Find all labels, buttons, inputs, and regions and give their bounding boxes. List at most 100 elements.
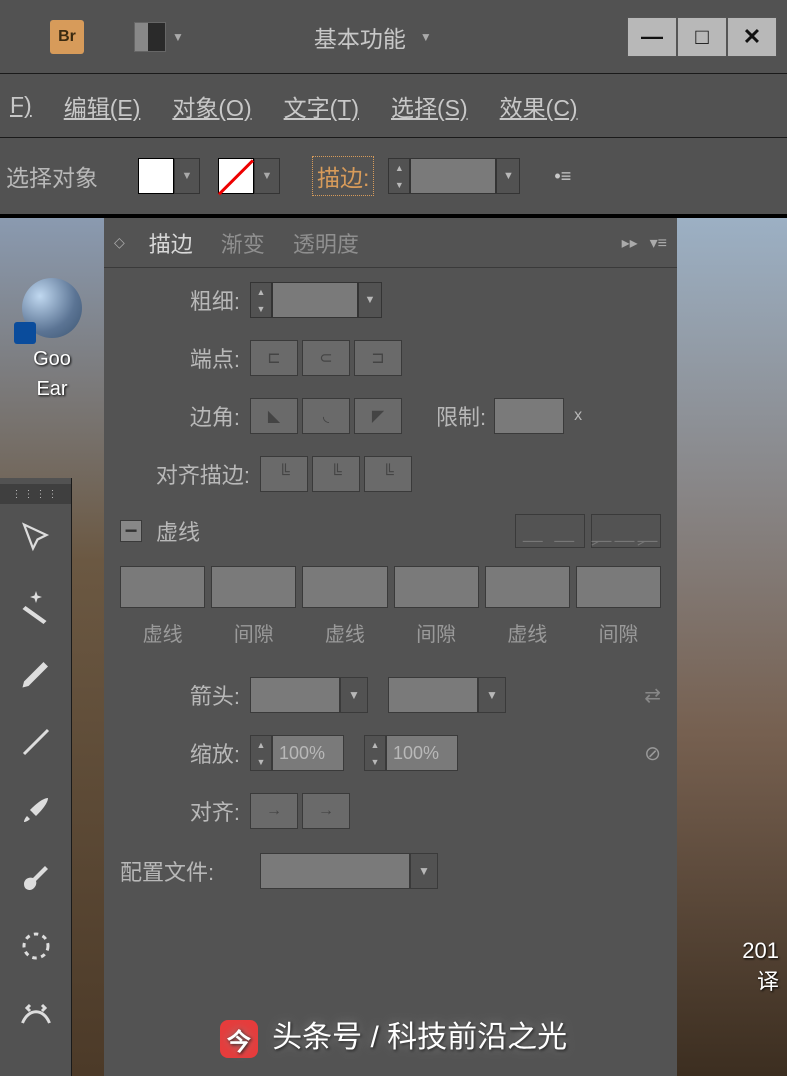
panel-body: 粗细: ▲▼ ▼ 端点: ⊏ ⊂ ⊐ 边角: ◣ ◟ ◤ 限制: (104, 268, 677, 903)
dash-input-1[interactable] (120, 566, 205, 608)
stroke-swatch-group[interactable]: ▼ (218, 158, 280, 194)
stroke-weight-label[interactable]: 描边: (312, 156, 374, 196)
weight-input[interactable] (272, 282, 358, 318)
fill-swatch-group[interactable]: ▼ (138, 158, 200, 194)
menu-file-partial[interactable]: F) (10, 92, 32, 119)
menu-effect[interactable]: 效果(C) (500, 89, 578, 123)
cap-projecting-button[interactable]: ⊐ (354, 340, 402, 376)
align-arrow-tip-button[interactable]: → (250, 793, 298, 829)
scale-start-value[interactable]: 100% (272, 735, 344, 771)
align-arrow-path-button[interactable]: → (302, 793, 350, 829)
line-tool[interactable] (0, 708, 71, 776)
cap-round-button[interactable]: ⊂ (302, 340, 350, 376)
desktop-background-right: 201译 (677, 218, 787, 1076)
weight-stepper[interactable]: ▲▼ ▼ (250, 282, 382, 318)
arrow-start-combo[interactable]: ▼ (250, 677, 368, 713)
stepper-arrows[interactable]: ▲▼ (388, 158, 410, 194)
corner-miter-button[interactable]: ◣ (250, 398, 298, 434)
select-object-label: 选择对象 (6, 159, 98, 193)
paintbrush-tool[interactable] (0, 776, 71, 844)
corner-round-button[interactable]: ◟ (302, 398, 350, 434)
stroke-weight-stepper[interactable]: ▲▼ ▼ (388, 158, 520, 194)
align-stroke-label: 对齐描边: (120, 458, 250, 490)
align-center-button[interactable]: ╚ (260, 456, 308, 492)
limit-label: 限制: (436, 400, 486, 432)
pen-tool[interactable] (0, 640, 71, 708)
main-area: GooEar ⋮⋮⋮⋮ (0, 218, 787, 1076)
fill-dropdown[interactable]: ▼ (174, 158, 200, 194)
tab-stroke[interactable]: 描边 (135, 221, 207, 265)
dash-col-label: 间隙 (576, 618, 661, 647)
close-button[interactable]: ✕ (727, 17, 777, 57)
dash-col-label: 虚线 (302, 618, 387, 647)
gap-input-3[interactable] (576, 566, 661, 608)
arrange-icon (134, 22, 166, 52)
arrow-align-label: 对齐: (120, 795, 240, 827)
dashed-line-checkbox[interactable]: − (120, 520, 142, 542)
panel-tabs: ◇ 描边 渐变 透明度 ▸▸ ▾≡ (104, 218, 677, 268)
stroke-swatch-none[interactable] (218, 158, 254, 194)
swap-arrows-icon[interactable]: ⇄ (644, 683, 661, 708)
fill-swatch[interactable] (138, 158, 174, 194)
cap-butt-button[interactable]: ⊏ (250, 340, 298, 376)
options-bar: 选择对象 ▼ ▼ 描边: ▲▼ ▼ •≡ (0, 138, 787, 218)
maximize-button[interactable]: □ (677, 17, 727, 57)
profile-dropdown[interactable]: ▼ (410, 853, 438, 889)
minimize-button[interactable]: — (627, 17, 677, 57)
align-outside-button[interactable]: ╚ (364, 456, 412, 492)
limit-input[interactable] (494, 398, 564, 434)
magic-wand-tool[interactable] (0, 572, 71, 640)
panel-nav-icon[interactable]: ▸▸ (622, 233, 638, 253)
dash-gap-grid: 虚线 间隙 虚线 间隙 虚线 间隙 (120, 566, 661, 647)
window-controls: — □ ✕ (627, 17, 777, 57)
tab-gradient[interactable]: 渐变 (207, 221, 279, 265)
bridge-button[interactable]: Br (50, 20, 84, 54)
dash-col-label: 间隙 (211, 618, 296, 647)
profile-input[interactable] (260, 853, 410, 889)
menu-edit[interactable]: 编辑(E) (64, 89, 141, 123)
width-tool[interactable] (0, 980, 71, 1048)
rotate-tool[interactable] (0, 912, 71, 980)
scale-end-stepper[interactable]: ▲▼ 100% (364, 735, 458, 771)
collapse-icon[interactable]: ◇ (114, 234, 125, 251)
gap-input-1[interactable] (211, 566, 296, 608)
selection-tool[interactable] (0, 504, 71, 572)
gap-input-2[interactable] (394, 566, 479, 608)
menu-object[interactable]: 对象(O) (172, 89, 251, 123)
limit-suffix: x (574, 407, 582, 425)
desktop-background-left: GooEar ⋮⋮⋮⋮ (0, 218, 104, 1076)
dash-input-2[interactable] (302, 566, 387, 608)
stroke-weight-dropdown[interactable]: ▼ (496, 158, 520, 194)
tab-transparency[interactable]: 透明度 (279, 221, 373, 265)
workspace-label: 基本功能 (314, 20, 406, 54)
toolbar-grip[interactable]: ⋮⋮⋮⋮ (0, 484, 71, 504)
scale-start-stepper[interactable]: ▲▼ 100% (250, 735, 344, 771)
dash-input-3[interactable] (485, 566, 570, 608)
scale-end-value[interactable]: 100% (386, 735, 458, 771)
more-options-icon[interactable]: •≡ (554, 166, 571, 187)
stroke-weight-input[interactable] (410, 158, 496, 194)
cap-label: 端点: (120, 342, 240, 374)
dash-preserve-button[interactable]: ⸏ ⸏ (515, 514, 585, 548)
workspace-switcher[interactable]: 基本功能 ▼ (314, 20, 432, 54)
scale-label: 缩放: (120, 737, 240, 769)
menu-select[interactable]: 选择(S) (391, 89, 468, 123)
blob-brush-tool[interactable] (0, 844, 71, 912)
desktop-icon-label: GooEar (0, 344, 104, 404)
align-inside-button[interactable]: ╚ (312, 456, 360, 492)
menu-type[interactable]: 文字(T) (284, 89, 359, 123)
profile-label: 配置文件: (120, 855, 250, 887)
dash-align-button[interactable]: ⸐⸏⸐ (591, 514, 661, 548)
arrow-end-combo[interactable]: ▼ (388, 677, 506, 713)
dashed-line-label: 虚线 (156, 515, 200, 547)
corner-bevel-button[interactable]: ◤ (354, 398, 402, 434)
menubar: F) 编辑(E) 对象(O) 文字(T) 选择(S) 效果(C) (0, 74, 787, 138)
dash-col-label: 虚线 (120, 618, 205, 647)
panel-menu-icon[interactable]: ▾≡ (650, 233, 667, 253)
google-earth-icon[interactable] (22, 278, 82, 338)
weight-label: 粗细: (120, 284, 240, 316)
arrange-documents-button[interactable]: ▼ (134, 22, 184, 52)
stroke-panel: ◇ 描边 渐变 透明度 ▸▸ ▾≡ 粗细: ▲▼ ▼ 端点: ⊏ ⊂ (104, 218, 677, 1076)
link-scale-icon[interactable]: ⊘ (644, 741, 661, 766)
stroke-dropdown[interactable]: ▼ (254, 158, 280, 194)
